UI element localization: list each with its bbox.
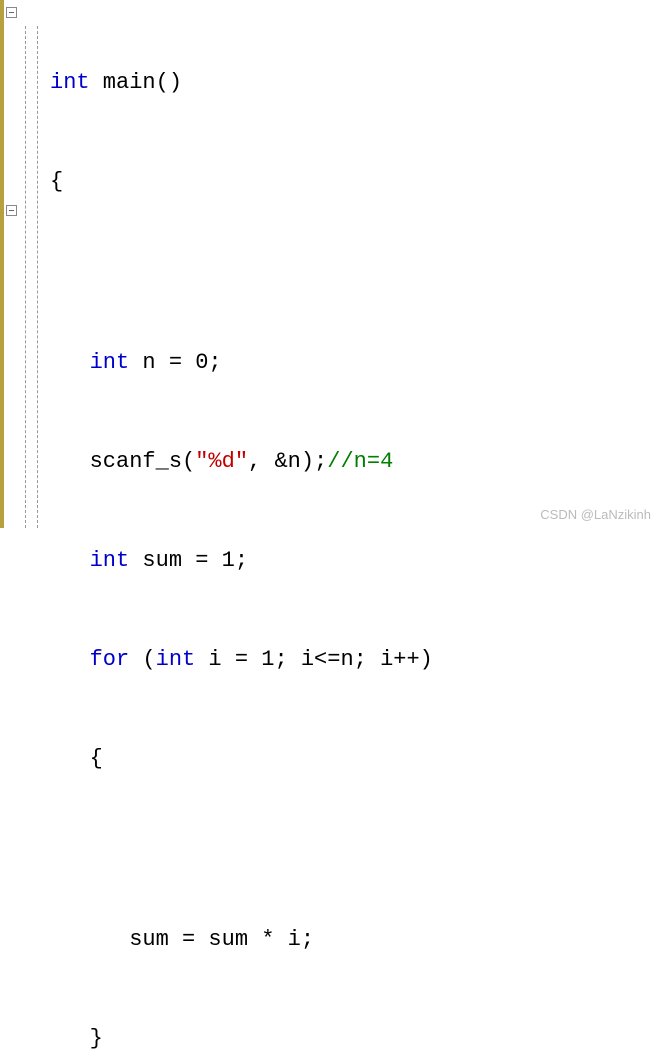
code-text: sum = 1; (129, 548, 248, 573)
code-text: n = 0; (129, 350, 221, 375)
code-line: int n = 0; (50, 346, 659, 379)
code-text (50, 548, 90, 573)
code-line: int main() (50, 66, 659, 99)
code-text (50, 350, 90, 375)
code-line (50, 841, 659, 857)
fold-gutter (0, 0, 44, 528)
code-text (50, 927, 129, 952)
code-text: () (156, 70, 182, 95)
code-line: int sum = 1; (50, 544, 659, 577)
code-text (50, 746, 90, 771)
keyword: int (90, 350, 130, 375)
code-text: , &n); (248, 449, 327, 474)
indent-guide (25, 26, 26, 528)
code-line: for (int i = 1; i<=n; i++) (50, 643, 659, 676)
code-line: sum = sum * i; (50, 923, 659, 956)
code-editor: int main() { int n = 0; scanf_s("%d", &n… (0, 0, 659, 528)
code-text (50, 1026, 90, 1051)
watermark: CSDN @LaNzikinh (540, 507, 651, 522)
code-text (50, 647, 90, 672)
code-line: { (50, 165, 659, 198)
function-name: main (90, 70, 156, 95)
code-text (50, 449, 90, 474)
code-text: ( (129, 647, 155, 672)
code-line: } (50, 1022, 659, 1055)
code-text: ( (182, 449, 195, 474)
brace: { (90, 746, 103, 771)
fold-toggle-icon[interactable] (6, 205, 17, 216)
code-line (50, 264, 659, 280)
code-line: scanf_s("%d", &n);//n=4 (50, 445, 659, 478)
string-literal: "%d" (195, 449, 248, 474)
comment: //n=4 (327, 449, 393, 474)
fold-toggle-icon[interactable] (6, 7, 17, 18)
brace: { (50, 169, 63, 194)
keyword: for (90, 647, 130, 672)
brace: } (90, 1026, 103, 1051)
code-content[interactable]: int main() { int n = 0; scanf_s("%d", &n… (44, 0, 659, 528)
keyword: int (156, 647, 196, 672)
keyword: int (90, 548, 130, 573)
code-text: i = 1; i<=n; i++) (195, 647, 433, 672)
keyword: int (50, 70, 90, 95)
code-text: sum = sum * i; (129, 927, 314, 952)
indent-guide (37, 26, 38, 528)
code-line: { (50, 742, 659, 775)
function-name: scanf_s (90, 449, 182, 474)
